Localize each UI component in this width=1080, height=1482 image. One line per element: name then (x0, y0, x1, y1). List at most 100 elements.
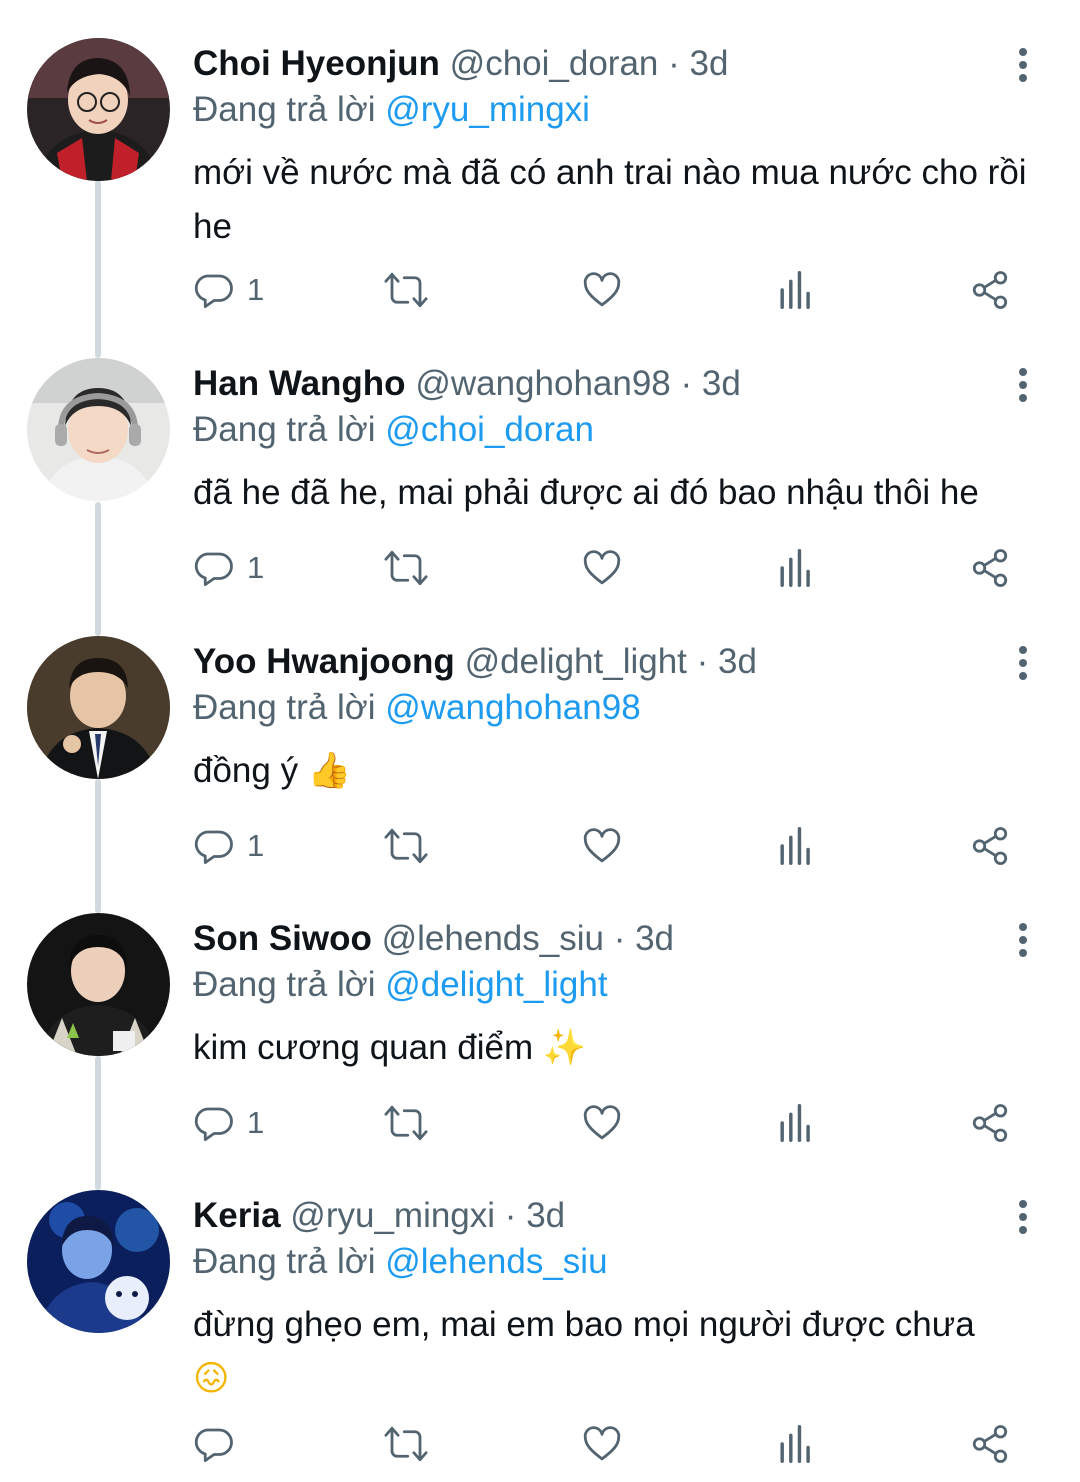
mention-link[interactable]: @delight_light (385, 965, 607, 1004)
mention-link[interactable]: @ryu_mingxi (385, 90, 590, 129)
more-icon[interactable] (1004, 642, 1040, 684)
sparkles-emoji: ✨ (542, 1028, 587, 1068)
user-handle[interactable]: @wanghohan98 (415, 364, 670, 403)
user-handle[interactable]: @choi_doran (450, 44, 659, 83)
display-name[interactable]: Keria (193, 1196, 281, 1235)
like-icon (583, 272, 621, 307)
timestamp[interactable]: 3d (526, 1196, 565, 1235)
mention-link[interactable]: @wanghohan98 (385, 688, 640, 727)
analytics-icon (780, 1104, 810, 1142)
like-button[interactable] (581, 546, 623, 590)
share-icon (972, 1425, 1008, 1463)
share-button[interactable] (969, 824, 1011, 868)
share-button[interactable] (969, 546, 1011, 590)
retweet-icon (384, 550, 428, 586)
retweet-icon (384, 828, 428, 864)
timestamp[interactable]: 3d (702, 364, 741, 403)
avatar[interactable] (27, 636, 170, 779)
like-icon (583, 1105, 621, 1140)
user-handle[interactable]: @lehends_siu (382, 919, 604, 958)
tweet-text: kim cương quan điểm ✨ (193, 1021, 1053, 1075)
reply-count: 1 (247, 272, 265, 307)
display-name[interactable]: Han Wangho (193, 364, 406, 403)
tweet-actions: 1 (193, 1101, 1033, 1145)
analytics-button[interactable] (777, 824, 815, 868)
reply-button[interactable]: 1 (193, 824, 264, 868)
retweet-button[interactable] (383, 546, 429, 590)
analytics-button[interactable] (777, 1101, 815, 1145)
more-icon[interactable] (1004, 364, 1040, 406)
display-name[interactable]: Son Siwoo (193, 919, 372, 958)
replying-to-label: Đang trả lời (193, 90, 376, 129)
thread-line (95, 502, 101, 636)
reply-button[interactable]: 1 (193, 1101, 264, 1145)
display-name[interactable]: Yoo Hwanjoong (193, 642, 455, 681)
timestamp[interactable]: 3d (690, 44, 729, 83)
retweet-button[interactable] (383, 824, 429, 868)
like-button[interactable] (581, 824, 623, 868)
retweet-button[interactable] (383, 1101, 429, 1145)
avatar[interactable] (27, 913, 170, 1056)
avatar[interactable] (27, 38, 170, 181)
share-icon (972, 1104, 1008, 1142)
analytics-button[interactable] (777, 546, 815, 590)
replying-to-label: Đang trả lời (193, 410, 376, 449)
reply-count: 1 (247, 1105, 265, 1140)
replying-to-label: Đang trả lời (193, 965, 376, 1004)
mention-link[interactable]: @choi_doran (385, 410, 594, 449)
thread-line (95, 180, 101, 358)
tweet-text-content: đồng ý (193, 751, 299, 790)
analytics-button[interactable] (777, 268, 815, 312)
reply-icon (194, 274, 233, 309)
share-icon (972, 271, 1008, 309)
reply-icon (194, 830, 233, 865)
retweet-button[interactable] (383, 268, 429, 312)
display-name[interactable]: Choi Hyeonjun (193, 44, 440, 83)
tweet-text: đừng ghẹo em, mai em bao mọi người được … (193, 1298, 1053, 1406)
avatar[interactable] (27, 358, 170, 501)
share-button[interactable] (969, 1101, 1011, 1145)
separator-dot: · (613, 919, 626, 958)
analytics-icon (780, 549, 810, 587)
avatar[interactable] (27, 1190, 170, 1333)
tweet-text-content: mới về nước mà đã có anh trai nào mua nư… (193, 153, 1027, 246)
more-icon[interactable] (1004, 1196, 1040, 1238)
thumbs-up-emoji: 👍 (307, 751, 352, 791)
tweet-actions: 1 (193, 824, 1033, 868)
separator-dot: · (680, 364, 693, 403)
tweet-text: đồng ý 👍 (193, 744, 1053, 798)
user-handle[interactable]: @ryu_mingxi (290, 1196, 495, 1235)
replying-to-label: Đang trả lời (193, 688, 376, 727)
more-icon[interactable] (1004, 919, 1040, 961)
like-button[interactable] (581, 268, 623, 312)
separator-dot: · (504, 1196, 517, 1235)
reply-count: 1 (247, 550, 265, 585)
user-handle[interactable]: @delight_light (465, 642, 687, 681)
analytics-icon (780, 1425, 810, 1463)
analytics-button[interactable] (777, 1422, 815, 1466)
like-icon (583, 828, 621, 863)
share-icon (972, 549, 1008, 587)
reply-button[interactable] (193, 1422, 247, 1466)
reply-icon (194, 552, 233, 587)
tweet-text-content: đã he đã he, mai phải được ai đó bao nhậ… (193, 473, 979, 512)
share-icon (972, 827, 1008, 865)
mention-link[interactable]: @lehends_siu (385, 1242, 607, 1281)
reply-button[interactable]: 1 (193, 546, 264, 590)
like-button[interactable] (581, 1422, 623, 1466)
reply-count: 1 (247, 828, 265, 863)
share-button[interactable] (969, 268, 1011, 312)
timestamp[interactable]: 3d (635, 919, 674, 958)
timestamp[interactable]: 3d (718, 642, 757, 681)
separator-dot: · (696, 642, 709, 681)
tweet-text-content: đừng ghẹo em, mai em bao mọi người được … (193, 1305, 975, 1344)
separator-dot: · (668, 44, 680, 83)
reply-icon (194, 1428, 233, 1463)
retweet-button[interactable] (383, 1422, 429, 1466)
tweet-text-content: kim cương quan điểm (193, 1028, 534, 1067)
tweet-text: đã he đã he, mai phải được ai đó bao nhậ… (193, 466, 1053, 520)
reply-button[interactable]: 1 (193, 268, 264, 312)
like-button[interactable] (581, 1101, 623, 1145)
share-button[interactable] (969, 1422, 1011, 1466)
more-icon[interactable] (1004, 44, 1040, 86)
